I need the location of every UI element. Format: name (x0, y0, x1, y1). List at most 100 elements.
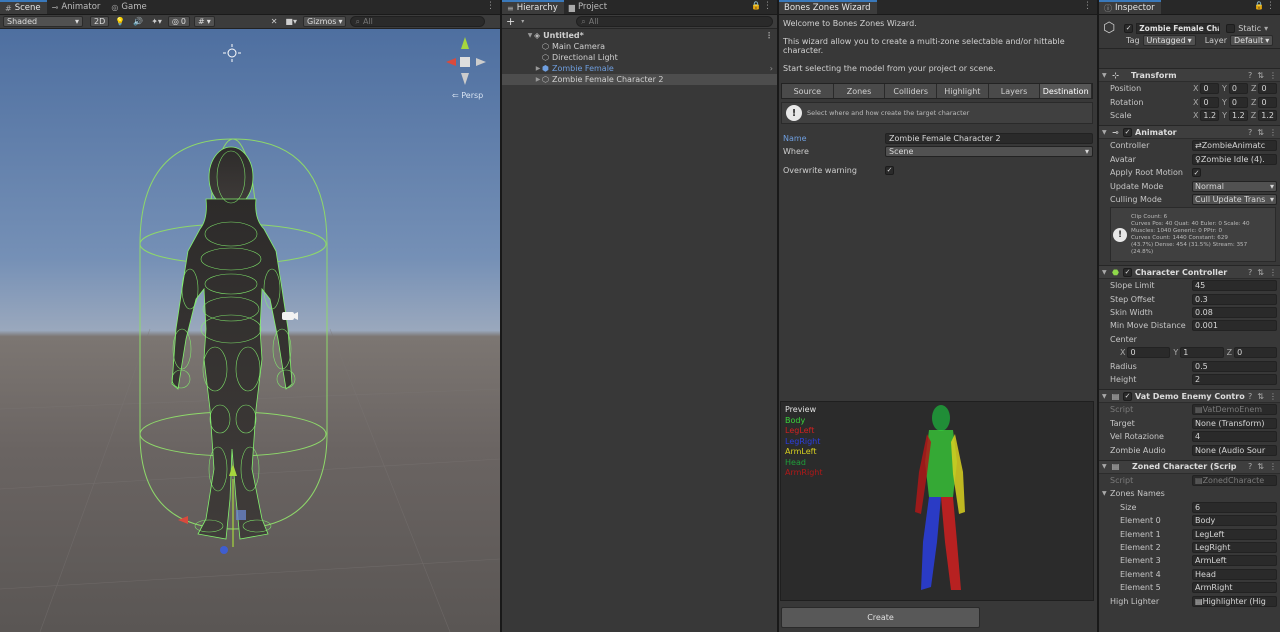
apply-root-motion-checkbox[interactable]: ✓ (1192, 168, 1201, 178)
help-icon[interactable]: ? (1248, 268, 1252, 277)
element-2-input[interactable]: LegRight (1192, 541, 1277, 553)
perspective-label[interactable]: ⇐ Persp (452, 91, 483, 100)
expand-arrow-icon[interactable]: ▶ (534, 76, 542, 83)
slope-limit-input[interactable]: 45 (1192, 280, 1277, 292)
tab-source[interactable]: Source (782, 84, 834, 98)
avatar-field[interactable]: ♀ Zombie Idle (4). (1192, 153, 1277, 165)
shading-mode-dropdown[interactable]: Shaded ▾ (3, 16, 83, 27)
step-offset-input[interactable]: 0.3 (1192, 293, 1277, 305)
tab-scene[interactable]: # Scene (0, 0, 47, 14)
component-menu-icon[interactable]: ⋮ (1269, 392, 1277, 401)
camera-settings-icon[interactable]: ■▾ (283, 17, 299, 26)
hierarchy-menu-icon[interactable]: ⋮ (763, 1, 772, 11)
element-5-input[interactable]: ArmRight (1192, 582, 1277, 594)
hierarchy-search-input[interactable]: ⌕ All (576, 16, 773, 27)
update-mode-dropdown[interactable]: Normal ▾ (1192, 180, 1277, 192)
vat-demo-enabled-checkbox[interactable]: ✓ (1123, 391, 1132, 401)
expand-arrow-icon[interactable]: ▶ (534, 65, 542, 72)
component-menu-icon[interactable]: ⋮ (1269, 268, 1277, 277)
height-input[interactable]: 2 (1192, 374, 1277, 386)
radius-input[interactable]: 0.5 (1192, 360, 1277, 372)
zoned-character-header[interactable]: ▼ ▤ Zoned Character (Scrip ? ⇅ ⋮ (1099, 459, 1280, 474)
static-checkbox[interactable] (1226, 23, 1236, 33)
vel-rotazione-input[interactable]: 4 (1192, 431, 1277, 443)
help-icon[interactable]: ? (1248, 392, 1252, 401)
scene-search-input[interactable]: ⌕ All (350, 16, 486, 27)
gizmos-dropdown[interactable]: Gizmos ▾ (302, 16, 347, 27)
tab-project[interactable]: ▆ Project (564, 0, 613, 14)
layer-dropdown[interactable]: Default ▾ (1230, 35, 1274, 46)
wizard-menu-icon[interactable]: ⋮ (1083, 1, 1092, 11)
tab-zones[interactable]: Zones (833, 84, 886, 98)
center-z-input[interactable]: 0 (1234, 347, 1277, 359)
center-y-input[interactable]: 1 (1180, 347, 1224, 359)
component-menu-icon[interactable]: ⋮ (1269, 462, 1277, 471)
chevron-down-icon[interactable]: ▾ (1264, 24, 1268, 33)
center-x-input[interactable]: 0 (1127, 347, 1171, 359)
help-icon[interactable]: ? (1248, 128, 1252, 137)
audio-toggle-icon[interactable]: 🔊 (131, 17, 145, 26)
chevron-down-icon[interactable]: ▾ (521, 18, 524, 25)
scene-root-untitled[interactable]: ▼ ◈ Untitled* ⋮ (502, 30, 777, 41)
hierarchy-item-main-camera[interactable]: ⬡ Main Camera (502, 41, 777, 52)
where-dropdown[interactable]: Scene ▾ (885, 145, 1093, 157)
character-controller-enabled-checkbox[interactable]: ✓ (1123, 267, 1132, 277)
position-y-input[interactable]: 0 (1228, 83, 1248, 95)
tab-inspector[interactable]: ⓘ Inspector (1099, 0, 1161, 14)
animator-enabled-checkbox[interactable]: ✓ (1123, 127, 1132, 137)
preset-icon[interactable]: ⇅ (1257, 128, 1264, 137)
tag-dropdown[interactable]: Untagged ▾ (1142, 35, 1196, 46)
tab-animator[interactable]: ⊸ Animator (47, 0, 107, 14)
controller-field[interactable]: ⇄ ZombieAnimatc (1192, 140, 1277, 152)
position-z-input[interactable]: 0 (1258, 83, 1277, 95)
skin-width-input[interactable]: 0.08 (1192, 307, 1277, 319)
min-move-distance-input[interactable]: 0.001 (1192, 320, 1277, 332)
chevron-right-icon[interactable]: › (770, 64, 773, 73)
element-4-input[interactable]: Head (1192, 568, 1277, 580)
overwrite-warning-checkbox[interactable]: ✓ (885, 165, 894, 175)
effects-toggle-icon[interactable]: ✦▾ (149, 17, 164, 26)
expand-arrow-icon[interactable]: ▼ (526, 32, 534, 39)
zombie-audio-field[interactable]: None (Audio Sour (1192, 444, 1277, 456)
position-x-input[interactable]: 0 (1200, 83, 1219, 95)
hierarchy-item-zombie-female[interactable]: ▶ ⬢ Zombie Female › (502, 63, 777, 74)
scale-y-input[interactable]: 1.2 (1229, 109, 1248, 121)
component-menu-icon[interactable]: ⋮ (1269, 128, 1277, 137)
character-controller-header[interactable]: ▼ ⬣ ✓ Character Controller ? ⇅ ⋮ (1099, 265, 1280, 280)
preset-icon[interactable]: ⇅ (1257, 268, 1264, 277)
lock-icon[interactable]: 🔒 (1254, 1, 1264, 10)
tools-icon[interactable]: ✕ (269, 17, 280, 26)
hierarchy-item-zombie-female-character-2[interactable]: ▶ ⬡ Zombie Female Character 2 (502, 74, 777, 85)
hierarchy-item-directional-light[interactable]: ⬡ Directional Light (502, 52, 777, 63)
active-checkbox[interactable]: ✓ (1124, 23, 1134, 33)
animator-header[interactable]: ▼ ⊸ ✓ Animator ? ⇅ ⋮ (1099, 125, 1280, 140)
rotation-z-input[interactable]: 0 (1258, 96, 1277, 108)
tab-layers[interactable]: Layers (988, 84, 1041, 98)
lock-icon[interactable]: 🔒 (751, 1, 761, 10)
inspector-menu-icon[interactable]: ⋮ (1266, 1, 1275, 11)
transform-header[interactable]: ▼ ⊹ Transform ? ⇅ ⋮ (1099, 68, 1280, 82)
target-field[interactable]: None (Transform) (1192, 417, 1277, 429)
preset-icon[interactable]: ⇅ (1257, 462, 1264, 471)
rotation-x-input[interactable]: 0 (1200, 96, 1219, 108)
grid-toggle[interactable]: # ▾ (193, 16, 215, 27)
element-1-input[interactable]: LegLeft (1192, 528, 1277, 540)
element-3-input[interactable]: ArmLeft (1192, 555, 1277, 567)
2d-toggle[interactable]: 2D (90, 16, 110, 27)
name-input[interactable]: Zombie Female Character 2 (885, 132, 1093, 144)
help-icon[interactable]: ? (1248, 71, 1252, 80)
zones-names-row[interactable]: ▼ Zones Names (1099, 487, 1280, 500)
tab-bones-zones-wizard[interactable]: Bones Zones Wizard (779, 0, 877, 14)
culling-mode-dropdown[interactable]: Cull Update Trans ▾ (1192, 193, 1277, 205)
rotation-y-input[interactable]: 0 (1228, 96, 1248, 108)
lighting-toggle-icon[interactable]: 💡 (113, 17, 127, 26)
scene-menu-icon[interactable]: ⋮ (486, 1, 495, 11)
create-button[interactable]: Create (781, 607, 980, 628)
object-name-input[interactable]: Zombie Female Charac (1136, 22, 1221, 34)
element-0-input[interactable]: Body (1192, 515, 1277, 527)
high-lighter-field[interactable]: ▤ Highlighter (Hig (1192, 595, 1277, 607)
scale-z-input[interactable]: 1.2 (1258, 109, 1277, 121)
scale-x-input[interactable]: 1.2 (1200, 109, 1220, 121)
tab-destination[interactable]: Destination (1040, 84, 1093, 98)
tab-highlight[interactable]: Highlight (937, 84, 989, 98)
